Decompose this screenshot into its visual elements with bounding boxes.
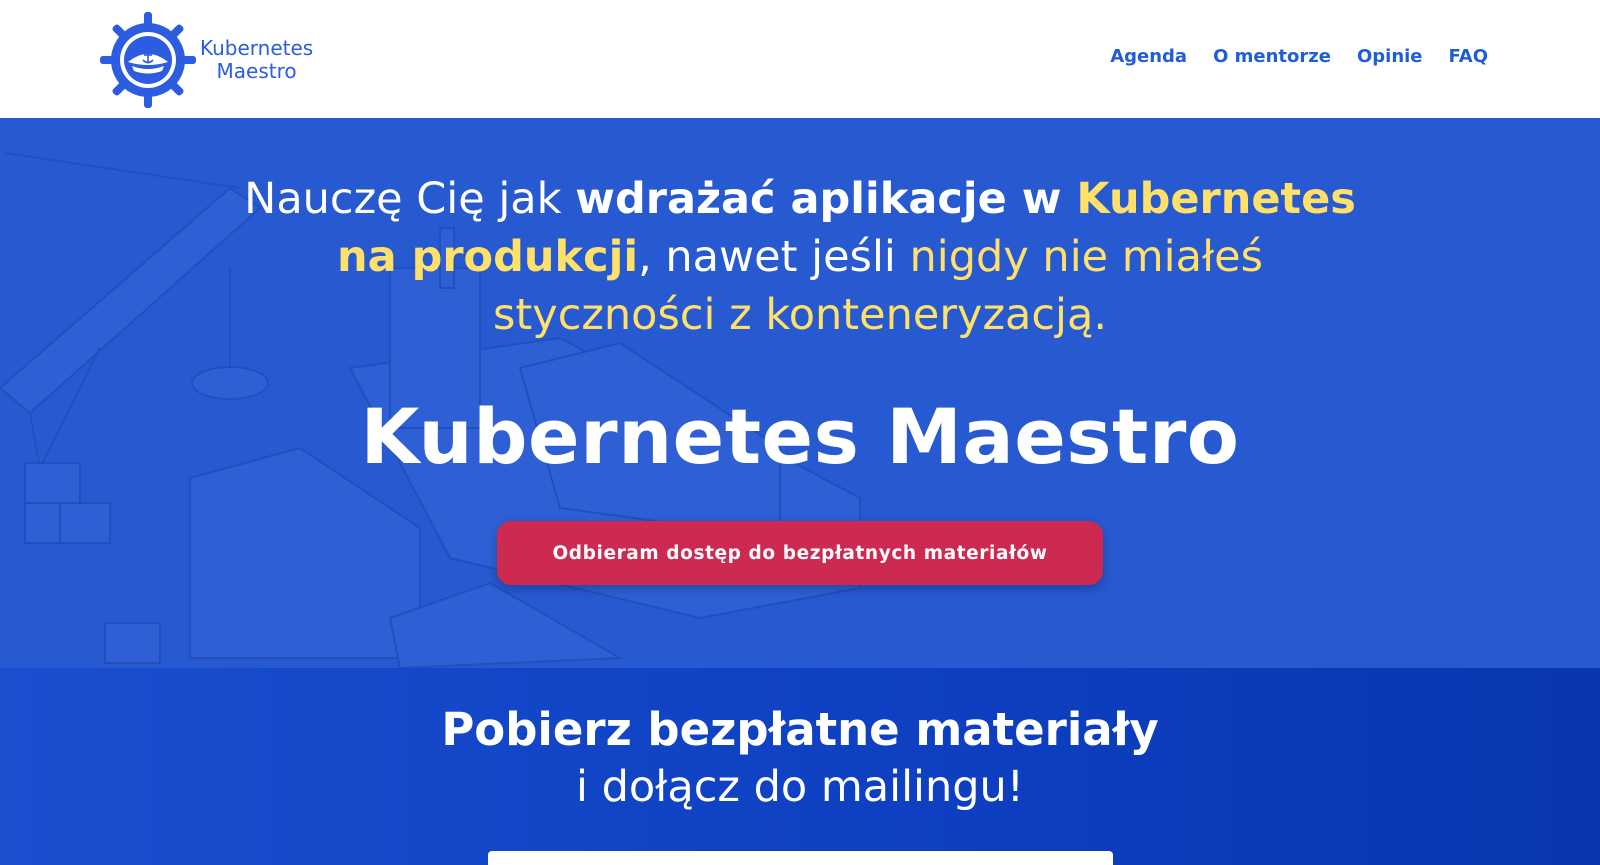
lead-part-2: wdrażać aplikacje w (575, 174, 1077, 224)
get-free-materials-button[interactable]: Odbieram dostęp do bezpłatnych materiałó… (497, 521, 1103, 585)
signup-title: Pobierz bezpłatne materiały (441, 703, 1159, 756)
signup-subtitle: i dołącz do mailingu! (575, 762, 1025, 812)
main-nav: Agenda O mentorze Opinie FAQ (1110, 46, 1488, 67)
logo-wordmark: Kubernetes Maestro (200, 37, 313, 83)
nav-link-faq[interactable]: FAQ (1449, 46, 1488, 67)
lead-part-1: Nauczę Cię jak (244, 174, 576, 224)
site-header: Kubernetes Maestro Agenda O mentorze Opi… (0, 0, 1600, 118)
signup-section: Pobierz bezpłatne materiały i dołącz do … (0, 668, 1600, 865)
nav-link-agenda[interactable]: Agenda (1110, 46, 1187, 67)
logo-line-2: Maestro (216, 59, 297, 83)
logo-line-1: Kubernetes (200, 36, 314, 60)
hero-title: Kubernetes Maestro (360, 392, 1240, 481)
hero-section: Nauczę Cię jak wdrażać aplikacje w Kuber… (0, 118, 1600, 668)
ship-wheel-logo-icon (100, 12, 196, 108)
signup-form-field[interactable] (488, 851, 1113, 865)
hero-lead: Nauczę Cię jak wdrażać aplikacje w Kuber… (230, 170, 1370, 344)
nav-link-mentor[interactable]: O mentorze (1213, 46, 1331, 67)
hero-copy: Nauczę Cię jak wdrażać aplikacje w Kuber… (0, 170, 1600, 481)
lead-part-4: , nawet jeśli (638, 232, 910, 282)
nav-link-reviews[interactable]: Opinie (1357, 46, 1423, 67)
site-logo[interactable]: Kubernetes Maestro (98, 10, 338, 110)
